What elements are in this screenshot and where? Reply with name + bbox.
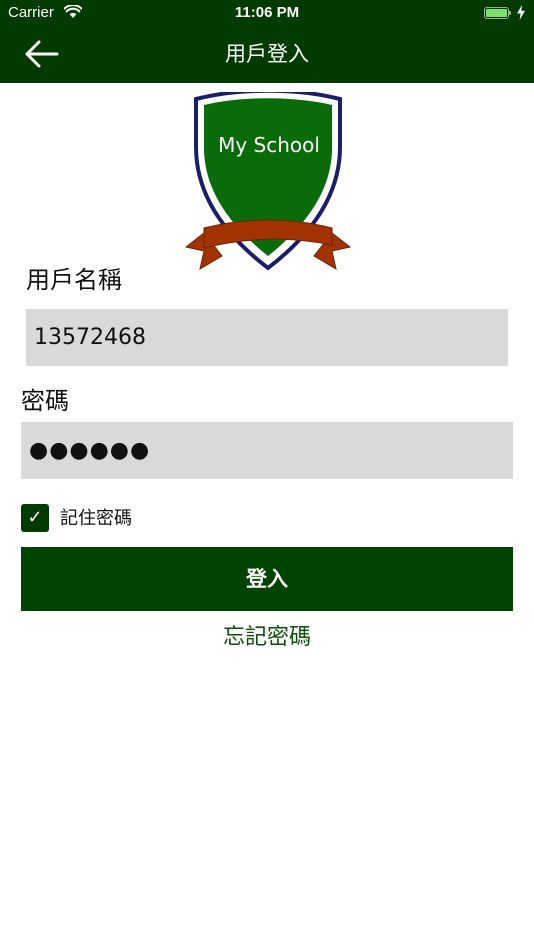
password-value: ●●●●●● [29, 438, 151, 463]
status-time: 11:06 PM [234, 4, 300, 21]
forgot-password-link[interactable]: 忘記密碼 [0, 623, 534, 653]
navigation-bar: Carrier 11:06 PM 用戶登入 [0, 0, 534, 83]
checkmark-icon: ✓ [27, 507, 43, 528]
charging-bolt-icon [517, 5, 525, 20]
username-value: 13572468 [34, 325, 146, 350]
status-bar: Carrier 11:06 PM [0, 0, 534, 28]
remember-password-checkbox[interactable]: ✓ [21, 504, 49, 532]
logo-text: My School [218, 133, 320, 157]
login-button[interactable]: 登入 [21, 547, 513, 611]
battery-icon [484, 7, 509, 19]
remember-password-label: 記住密碼 [60, 508, 132, 529]
username-label: 用戶名稱 [26, 266, 122, 294]
school-logo: My School [184, 92, 352, 271]
username-input[interactable]: 13572468 [26, 309, 508, 366]
page-title: 用戶登入 [225, 42, 309, 66]
password-input[interactable]: ●●●●●● [21, 422, 513, 479]
battery-tip [509, 11, 511, 15]
password-label: 密碼 [21, 387, 69, 415]
